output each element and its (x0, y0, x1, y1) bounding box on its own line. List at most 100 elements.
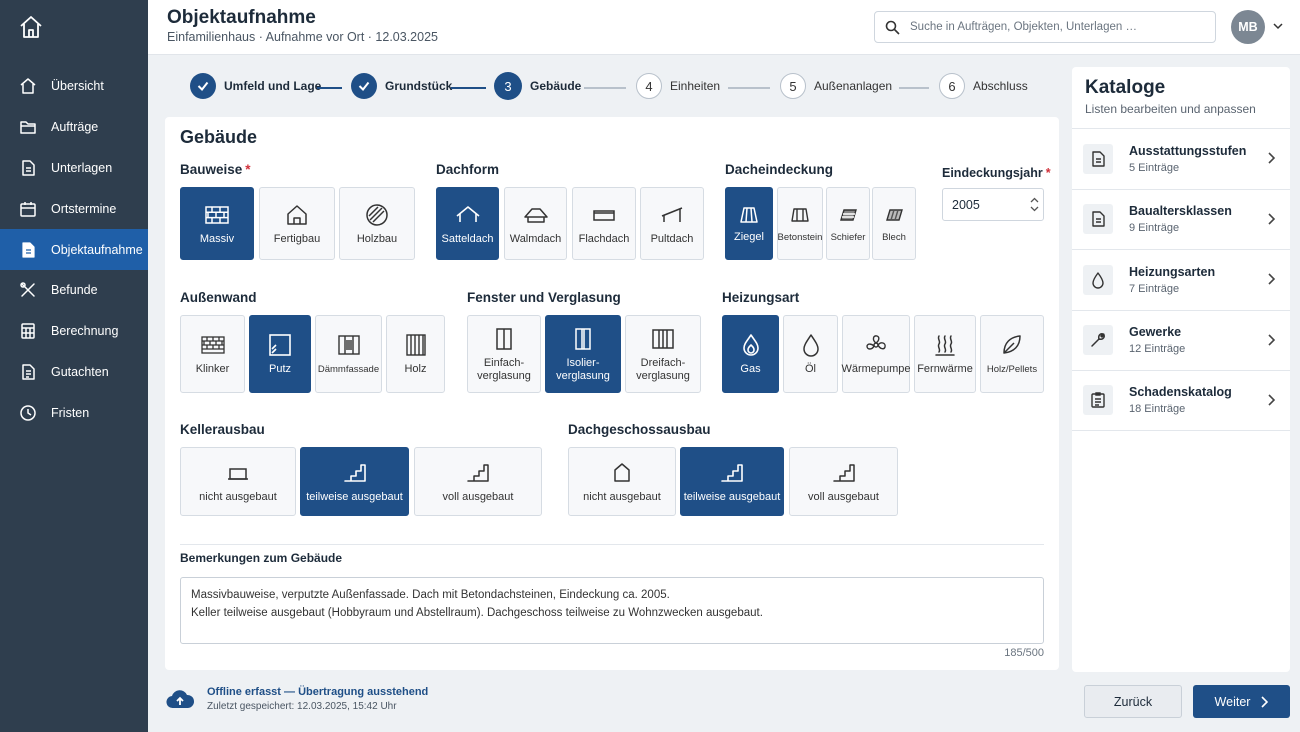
sidebar-item-berechnung[interactable]: Berechnung (0, 311, 148, 352)
step-connector (728, 87, 770, 89)
option-dreifachverglasung[interactable]: Dreifach- verglasung (625, 315, 701, 393)
status-sub: Zuletzt gespeichert: 12.03.2025, 15:42 U… (207, 701, 397, 712)
house-icon (287, 204, 307, 225)
option-einfachverglasung[interactable]: Einfach- verglasung (467, 315, 541, 393)
sync-status: Offline erfasst — Übertragung ausstehend… (165, 686, 428, 712)
catalog-item-heizungsarten[interactable]: Heizungsarten 7 Einträge (1072, 249, 1290, 310)
chevron-down-icon[interactable] (1272, 20, 1284, 32)
option-pultdach[interactable]: Pultdach (640, 187, 704, 260)
sidebar-item-unterlagen[interactable]: Unterlagen (0, 148, 148, 189)
option-fertigbau[interactable]: Fertigbau (259, 187, 335, 260)
option-walmdach[interactable]: Walmdach (504, 187, 567, 260)
sidebar-item-uebersicht[interactable]: Übersicht (0, 66, 148, 107)
eindeckungsjahr-input[interactable]: 2005 (942, 188, 1044, 221)
option-klinker[interactable]: Klinker (180, 315, 245, 393)
catalog-count: 12 Einträge (1129, 343, 1186, 356)
option-putz[interactable]: Putz (249, 315, 311, 393)
catalog-item-schadenskatalog[interactable]: Schadenskatalog 18 Einträge (1072, 370, 1290, 431)
catalog-name: Schadenskatalog (1129, 385, 1232, 400)
option-holzbau[interactable]: Holzbau (339, 187, 415, 260)
document-icon (22, 241, 35, 258)
sidebar-item-auftraege[interactable]: Aufträge (0, 107, 148, 148)
catalog-item-baualtersklassen[interactable]: Baualtersklassen 9 Einträge (1072, 188, 1290, 250)
sidebar-item-ortstermine[interactable]: Ortstermine (0, 188, 148, 229)
chevron-up-icon[interactable] (1030, 197, 1039, 203)
check-icon (351, 73, 377, 99)
fenster-label: Fenster und Verglasung (467, 290, 621, 305)
option-daemmfassade[interactable]: Dämmfassade (315, 315, 382, 393)
option-ziegel[interactable]: Ziegel (725, 187, 773, 260)
avatar[interactable]: MB (1231, 10, 1265, 44)
basement-icon (228, 467, 248, 480)
sidebar: Übersicht Aufträge Unterlagen Ortstermin… (0, 0, 148, 732)
remarks-textarea[interactable]: Massivbauweise, verputzte Außenfassade. … (180, 577, 1044, 644)
option-keller-teilweise-ausgebaut[interactable]: teilweise ausgebaut (300, 447, 409, 516)
option-keller-voll-ausgebaut[interactable]: voll ausgebaut (414, 447, 542, 516)
kellerausbau-label: Kellerausbau (180, 422, 265, 437)
step-connector (317, 87, 342, 89)
sidebar-item-fristen[interactable]: Fristen (0, 392, 148, 433)
sidebar-item-objektaufnahme[interactable]: Objektaufnahme (0, 229, 148, 270)
option-schiefer[interactable]: Schiefer (826, 187, 870, 260)
catalog-count: 7 Einträge (1129, 282, 1180, 295)
option-dg-teilweise-ausgebaut[interactable]: teilweise ausgebaut (680, 447, 784, 516)
option-gas[interactable]: Gas (722, 315, 779, 393)
chevron-right-icon (1268, 333, 1276, 346)
sidebar-item-label: Berechnung (51, 324, 119, 339)
sidebar-item-label: Fristen (51, 405, 90, 420)
sidebar-item-befunde[interactable]: Befunde (0, 270, 148, 311)
step-gebaeude[interactable]: 3 Gebäude (494, 72, 581, 100)
catalog-name: Gewerke (1129, 325, 1182, 340)
plaster-wall-icon (269, 334, 291, 356)
step-label: Außenanlagen (814, 79, 893, 93)
status-main: Offline erfasst — Übertragung ausstehend (207, 686, 429, 698)
chevron-right-icon (1268, 394, 1276, 406)
option-massiv[interactable]: Massiv (180, 187, 254, 260)
step-number: 6 (939, 73, 965, 99)
back-button[interactable]: Zurück (1084, 685, 1182, 718)
roof-tile-icon (740, 206, 758, 223)
option-blech[interactable]: Blech (872, 187, 916, 260)
step-grundstueck[interactable]: Grundstück (351, 73, 452, 99)
chevron-down-icon[interactable] (1030, 206, 1039, 212)
search-box[interactable] (874, 11, 1216, 43)
search-input[interactable] (910, 21, 1190, 33)
report-icon (22, 364, 35, 380)
catalog-name: Ausstattungsstufen (1129, 143, 1247, 158)
next-button[interactable]: Weiter (1193, 685, 1290, 718)
sidebar-item-gutachten[interactable]: Gutachten (0, 352, 148, 393)
option-dg-voll-ausgebaut[interactable]: voll ausgebaut (789, 447, 898, 516)
document-icon (1083, 143, 1113, 174)
panel-subtitle: Listen bearbeiten und anpassen (1085, 102, 1256, 116)
year-stepper[interactable] (1025, 197, 1043, 212)
option-keller-nicht-ausgebaut[interactable]: nicht ausgebaut (180, 447, 296, 516)
step-abschluss[interactable]: 6 Abschluss (939, 73, 1028, 99)
step-umfeld-und-lage[interactable]: Umfeld und Lage (190, 73, 321, 99)
option-oel[interactable]: Öl (783, 315, 838, 393)
catalog-item-ausstattungsstufen[interactable]: Ausstattungsstufen 5 Einträge (1072, 128, 1290, 189)
option-betonstein[interactable]: Betonstein (777, 187, 823, 260)
option-dg-nicht-ausgebaut[interactable]: nicht ausgebaut (568, 447, 676, 516)
option-isolierverglasung[interactable]: Isolier- verglasung (545, 315, 621, 393)
option-holz[interactable]: Holz (386, 315, 445, 393)
option-fernwaerme[interactable]: Fernwärme (914, 315, 976, 393)
step-einheiten[interactable]: 4 Einheiten (636, 73, 720, 99)
option-flachdach[interactable]: Flachdach (572, 187, 636, 260)
heat-waves-icon (935, 335, 955, 356)
option-waermepumpe[interactable]: Wärmepumpe (841, 315, 911, 393)
fan-icon (866, 335, 886, 350)
chevron-right-icon (1261, 695, 1269, 708)
step-connector (899, 87, 929, 89)
option-satteldach[interactable]: Satteldach (436, 187, 499, 260)
wrench-icon (1083, 325, 1113, 356)
step-label: Gebäude (530, 79, 582, 93)
catalog-name: Baualtersklassen (1129, 204, 1232, 219)
sidebar-item-label: Objektaufnahme (51, 242, 143, 257)
option-holz-pellets[interactable]: Holz/Pellets (980, 315, 1044, 393)
dacheindeckung-label: Dacheindeckung (725, 162, 834, 177)
catalog-item-gewerke[interactable]: Gewerke 12 Einträge (1072, 309, 1290, 371)
step-aussenanlagen[interactable]: 5 Außenanlagen (780, 73, 892, 99)
step-label: Abschluss (973, 79, 1028, 93)
chevron-right-icon (1268, 152, 1276, 164)
home-icon[interactable] (18, 14, 44, 40)
